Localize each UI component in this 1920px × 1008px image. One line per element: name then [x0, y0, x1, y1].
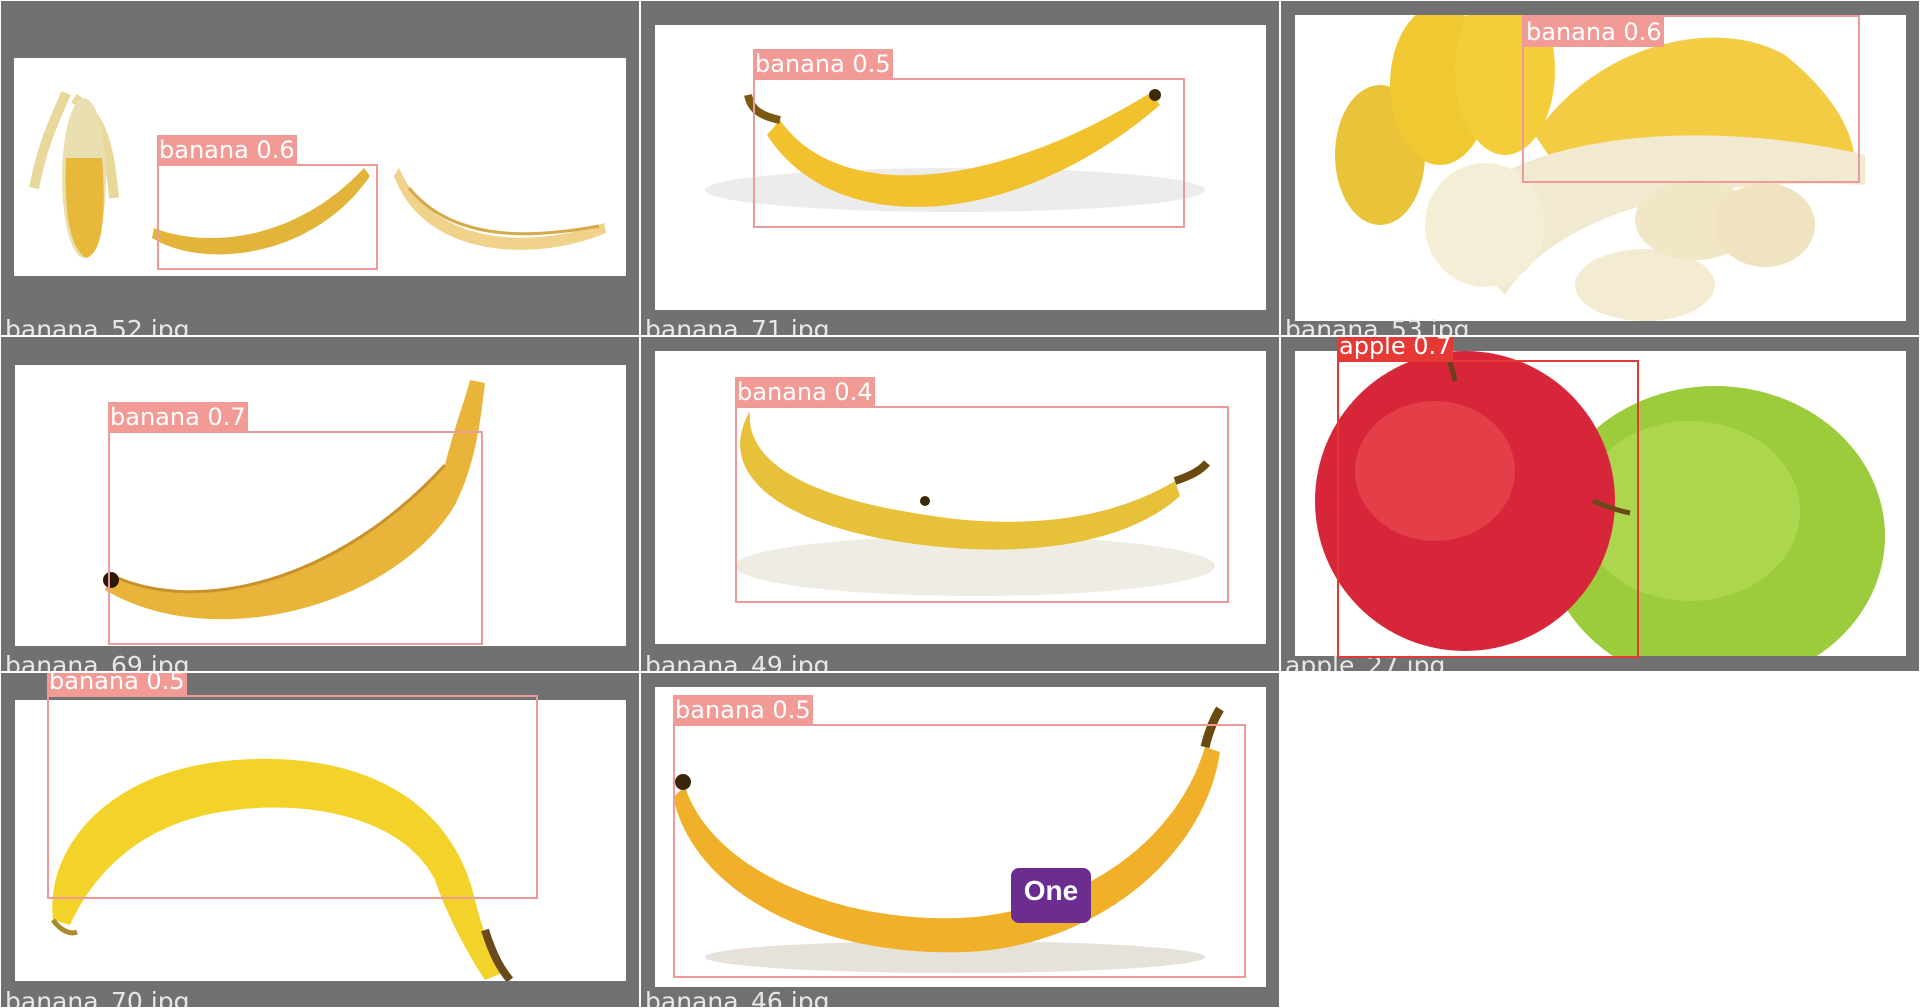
image-tile: banana_70.jpg banana 0.5 [1, 673, 639, 1007]
detection-label: banana 0.7 [108, 402, 248, 432]
image-filename: banana_69.jpg [5, 651, 190, 671]
detection-box: banana 0.5 [753, 49, 1185, 228]
detection-box: apple 0.7 [1337, 337, 1639, 658]
detection-box: banana 0.6 [157, 135, 378, 270]
detection-label: banana 0.5 [753, 49, 893, 79]
detection-label: banana 0.5 [673, 695, 813, 725]
detection-box: banana 0.4 [735, 377, 1229, 603]
image-tile: banana_49.jpg banana 0.4 [641, 337, 1279, 671]
detection-label: banana 0.6 [1524, 17, 1664, 47]
image-tile: banana_52.jpg banana 0.6 [1, 1, 639, 335]
image-filename: banana_70.jpg [5, 987, 190, 1007]
image-tile: One banana_46.jpg banana 0.5 [641, 673, 1279, 1007]
detection-box: banana 0.6 [1522, 15, 1860, 183]
detection-box: banana 0.5 [673, 695, 1246, 978]
detection-label: banana 0.6 [157, 135, 297, 165]
image-filename: banana_49.jpg [645, 651, 830, 671]
image-tile: banana_71.jpg banana 0.5 [641, 1, 1279, 335]
image-filename: banana_71.jpg [645, 315, 830, 335]
image-tile: banana_53.jpg banana 0.6 [1281, 1, 1919, 335]
detection-label: banana 0.5 [47, 673, 187, 696]
image-tile: banana_69.jpg banana 0.7 [1, 337, 639, 671]
detection-box: banana 0.7 [108, 402, 483, 645]
image-filename: banana_46.jpg [645, 987, 830, 1007]
detection-label: banana 0.4 [735, 377, 875, 407]
image-filename: banana_53.jpg [1285, 315, 1470, 335]
image-filename: banana_52.jpg [5, 315, 190, 335]
detection-label: apple 0.7 [1337, 337, 1454, 361]
image-tile: apple_27.jpg apple 0.7 [1281, 337, 1919, 671]
detection-box: banana 0.5 [47, 673, 538, 899]
